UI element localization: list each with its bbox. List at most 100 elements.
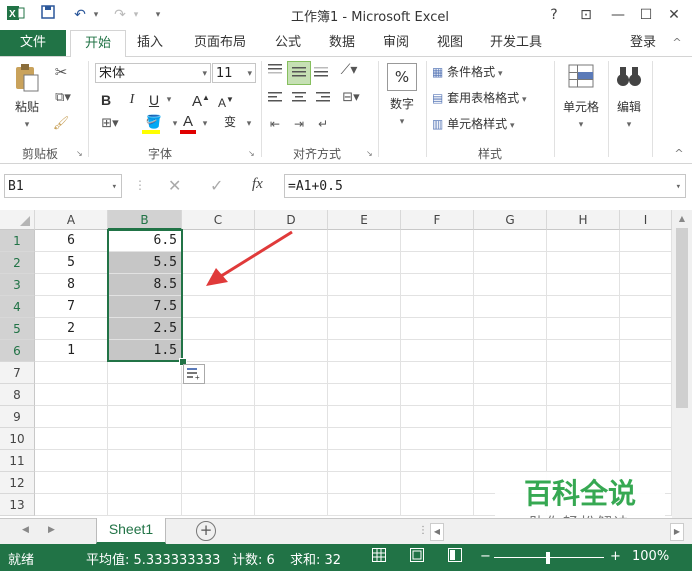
cell-g5[interactable] xyxy=(474,318,547,340)
column-header-c[interactable]: C xyxy=(182,210,255,230)
cell-f4[interactable] xyxy=(401,296,474,318)
vertical-scroll-thumb[interactable] xyxy=(676,228,688,408)
cell-b13[interactable] xyxy=(108,494,182,516)
cell-a12[interactable] xyxy=(35,472,108,494)
next-sheet-icon[interactable]: ▶ xyxy=(48,525,55,535)
cell-i8[interactable] xyxy=(620,384,672,406)
cell-f8[interactable] xyxy=(401,384,474,406)
cell-i5[interactable] xyxy=(620,318,672,340)
cell-b10[interactable] xyxy=(108,428,182,450)
cell-h4[interactable] xyxy=(547,296,620,318)
cell-g6[interactable] xyxy=(474,340,547,362)
cell-b12[interactable] xyxy=(108,472,182,494)
cell-c5[interactable] xyxy=(182,318,255,340)
row-header[interactable]: 2 xyxy=(0,252,35,274)
underline-button[interactable]: U xyxy=(146,91,162,109)
cell-i1[interactable] xyxy=(620,230,672,252)
font-size-select[interactable]: 11 ▾ xyxy=(212,63,256,83)
zoom-slider-thumb[interactable] xyxy=(546,552,550,564)
collapse-ribbon-icon[interactable]: ^ xyxy=(672,145,686,163)
vertical-scrollbar[interactable]: ▲ xyxy=(672,210,692,518)
conditional-format-button[interactable]: ▦ 条件格式 ▾ xyxy=(432,63,552,83)
font-color-dropdown-icon[interactable]: ▾ xyxy=(200,115,210,133)
zoom-in-button[interactable]: + xyxy=(610,549,621,564)
cell-f11[interactable] xyxy=(401,450,474,472)
borders-icon[interactable]: ⊞▾ xyxy=(96,115,124,133)
row-header[interactable]: 1 xyxy=(0,230,35,252)
cell-h9[interactable] xyxy=(547,406,620,428)
cell-a7[interactable] xyxy=(35,362,108,384)
cell-d11[interactable] xyxy=(255,450,328,472)
cell-c10[interactable] xyxy=(182,428,255,450)
cancel-icon[interactable]: ✕ xyxy=(168,176,181,195)
normal-view-icon[interactable] xyxy=(372,548,386,566)
font-color-button[interactable]: A xyxy=(178,113,198,134)
cell-e3[interactable] xyxy=(328,274,401,296)
cell-d4[interactable] xyxy=(255,296,328,318)
cell-g1[interactable] xyxy=(474,230,547,252)
cell-a6[interactable]: 1 xyxy=(35,340,108,362)
increase-indent-icon[interactable]: ⇥ xyxy=(290,115,308,133)
row-header[interactable]: 13 xyxy=(0,494,35,516)
phonetic-dropdown-icon[interactable]: ▾ xyxy=(244,115,254,133)
paste-button[interactable]: 粘贴 ▾ xyxy=(8,63,46,134)
cell-h6[interactable] xyxy=(547,340,620,362)
column-header-f[interactable]: F xyxy=(401,210,474,230)
cell-g8[interactable] xyxy=(474,384,547,406)
tab-data[interactable]: 数据 xyxy=(318,30,366,56)
scroll-right-icon[interactable]: ▶ xyxy=(670,523,684,541)
cell-b7[interactable] xyxy=(108,362,182,384)
tab-developer[interactable]: 开发工具 xyxy=(480,30,552,56)
bold-button[interactable]: B xyxy=(98,91,114,109)
row-header[interactable]: 6 xyxy=(0,340,35,362)
cell-h8[interactable] xyxy=(547,384,620,406)
align-right-icon[interactable] xyxy=(314,91,332,110)
cell-a4[interactable]: 7 xyxy=(35,296,108,318)
copy-icon[interactable]: ⧉▾ xyxy=(50,89,76,107)
row-header[interactable]: 4 xyxy=(0,296,35,318)
row-header[interactable]: 10 xyxy=(0,428,35,450)
scroll-left-icon[interactable]: ◀ xyxy=(430,523,444,541)
decrease-indent-icon[interactable]: ⇤ xyxy=(266,115,284,133)
cell-c9[interactable] xyxy=(182,406,255,428)
cell-i11[interactable] xyxy=(620,450,672,472)
cell-b11[interactable] xyxy=(108,450,182,472)
cell-a2[interactable]: 5 xyxy=(35,252,108,274)
select-all-corner[interactable] xyxy=(0,210,35,230)
cell-h2[interactable] xyxy=(547,252,620,274)
column-header-a[interactable]: A xyxy=(35,210,108,230)
close-button[interactable]: ✕ xyxy=(660,4,688,26)
alignment-launcher-icon[interactable]: ↘ xyxy=(366,145,373,163)
formula-input[interactable]: =A1+0.5 ▾ xyxy=(284,174,686,198)
cell-i6[interactable] xyxy=(620,340,672,362)
cell-h11[interactable] xyxy=(547,450,620,472)
cell-h5[interactable] xyxy=(547,318,620,340)
add-sheet-button[interactable]: + xyxy=(196,521,216,541)
signin-link[interactable]: 登录 xyxy=(626,30,660,56)
cell-f1[interactable] xyxy=(401,230,474,252)
cell-i7[interactable] xyxy=(620,362,672,384)
row-header[interactable]: 12 xyxy=(0,472,35,494)
cell-g9[interactable] xyxy=(474,406,547,428)
column-header-i[interactable]: I xyxy=(620,210,672,230)
cell-d5[interactable] xyxy=(255,318,328,340)
column-header-e[interactable]: E xyxy=(328,210,401,230)
column-header-b[interactable]: B xyxy=(108,210,182,230)
tab-view[interactable]: 视图 xyxy=(426,30,474,56)
cell-d9[interactable] xyxy=(255,406,328,428)
font-name-select[interactable]: 宋体 ▾ xyxy=(95,63,211,83)
cell-f2[interactable] xyxy=(401,252,474,274)
cell-f13[interactable] xyxy=(401,494,474,516)
cell-d12[interactable] xyxy=(255,472,328,494)
cell-f9[interactable] xyxy=(401,406,474,428)
cell-e6[interactable] xyxy=(328,340,401,362)
tab-review[interactable]: 审阅 xyxy=(372,30,420,56)
cell-i9[interactable] xyxy=(620,406,672,428)
align-bottom-icon[interactable] xyxy=(312,63,330,82)
cell-a3[interactable]: 8 xyxy=(35,274,108,296)
italic-button[interactable]: I xyxy=(124,91,140,109)
cell-a11[interactable] xyxy=(35,450,108,472)
cell-f5[interactable] xyxy=(401,318,474,340)
shrink-font-button[interactable]: A▼ xyxy=(218,91,234,112)
editing-button[interactable]: 编辑 ▾ xyxy=(612,63,646,134)
